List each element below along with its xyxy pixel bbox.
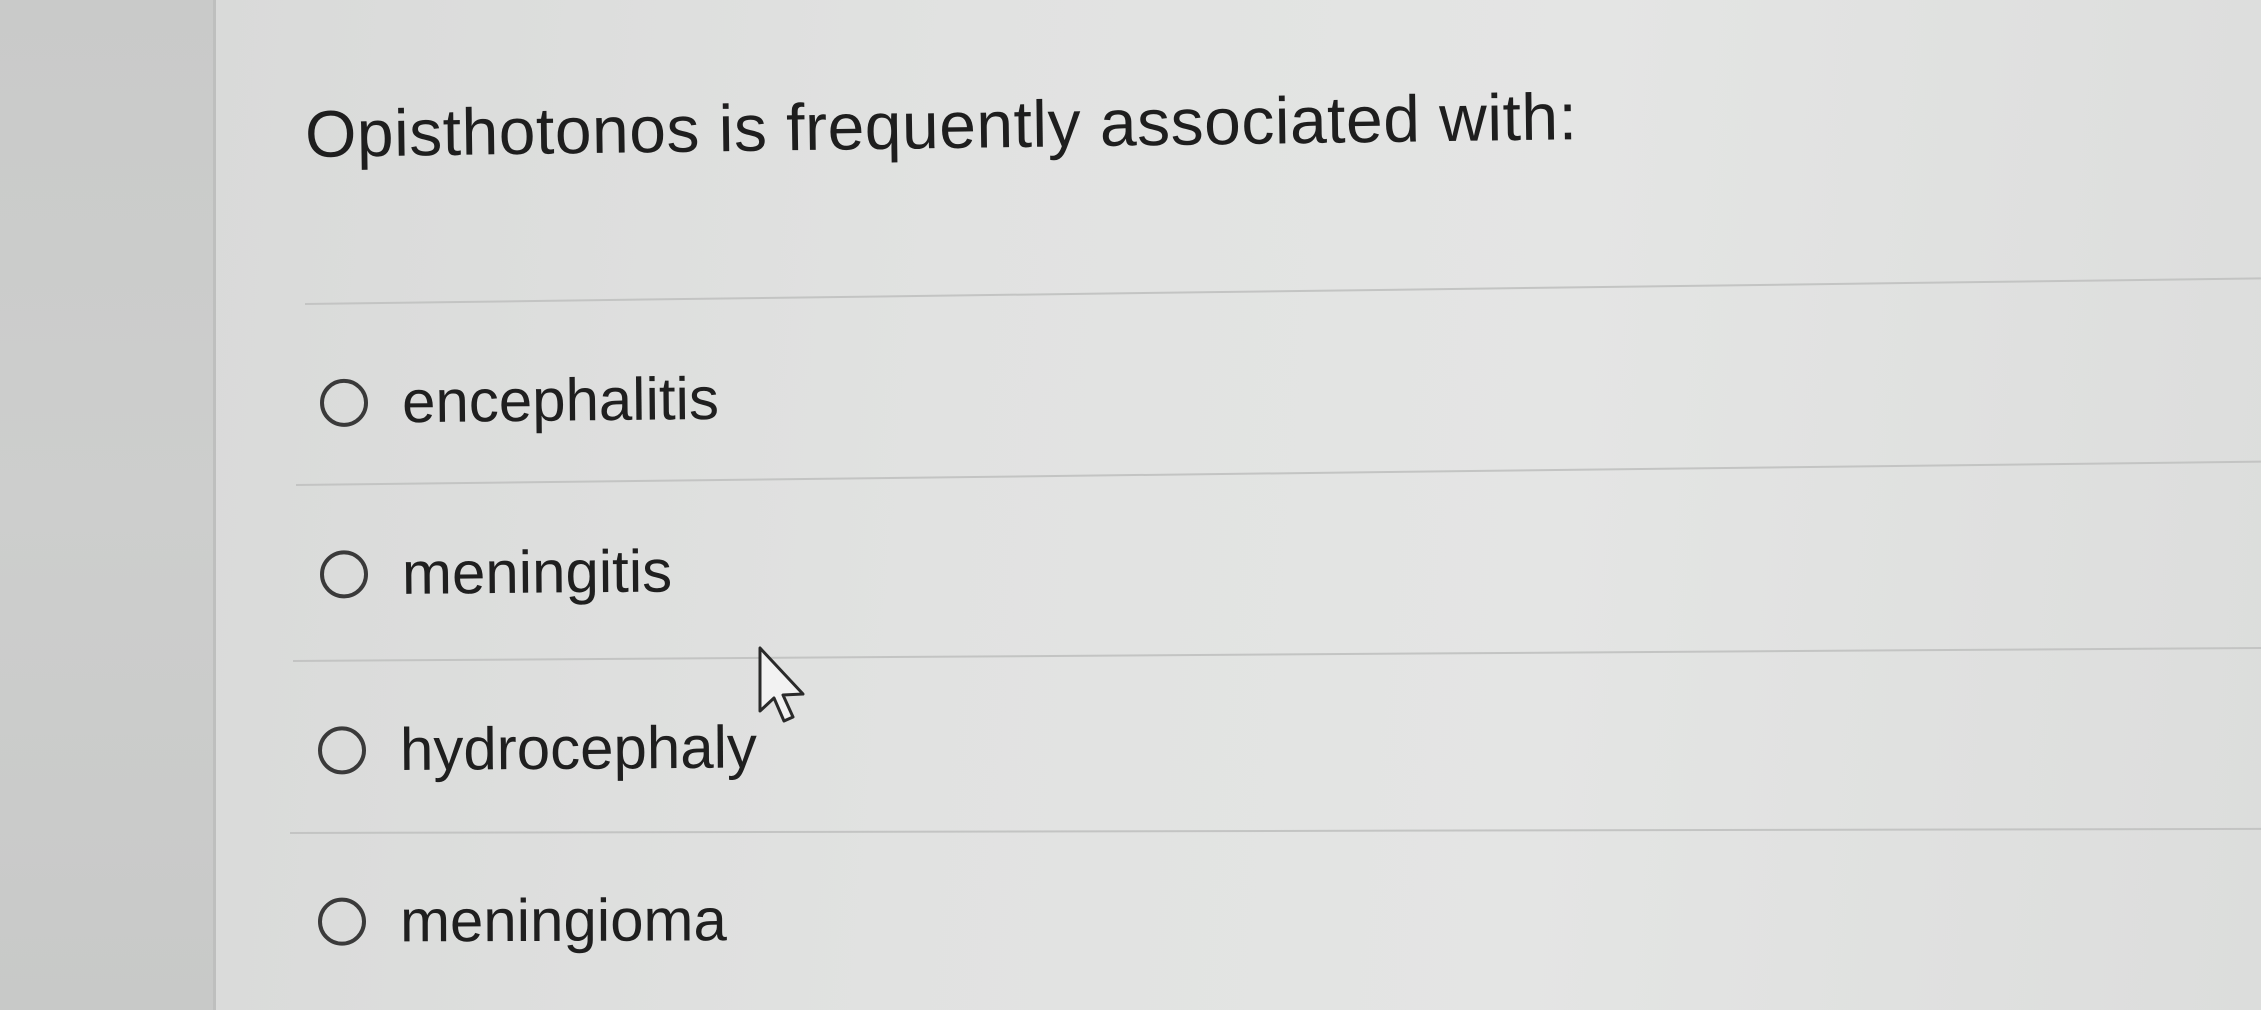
answer-option-meningioma[interactable]: meningioma (317, 885, 727, 955)
radio-button-icon[interactable] (317, 897, 367, 946)
answer-option-hydrocephaly[interactable]: hydrocephaly (317, 712, 758, 784)
option-label: meningitis (401, 537, 673, 607)
radio-button-icon[interactable] (319, 378, 369, 427)
answer-option-encephalitis[interactable]: encephalitis (319, 364, 720, 437)
left-gutter (0, 0, 215, 1010)
radio-button-icon[interactable] (317, 725, 367, 775)
option-label: meningioma (399, 886, 727, 955)
option-label: encephalitis (401, 364, 720, 436)
radio-button-icon[interactable] (319, 549, 369, 599)
mouse-pointer-icon (758, 646, 805, 723)
option-label: hydrocephaly (399, 713, 758, 783)
answer-option-meningitis[interactable]: meningitis (319, 536, 673, 608)
